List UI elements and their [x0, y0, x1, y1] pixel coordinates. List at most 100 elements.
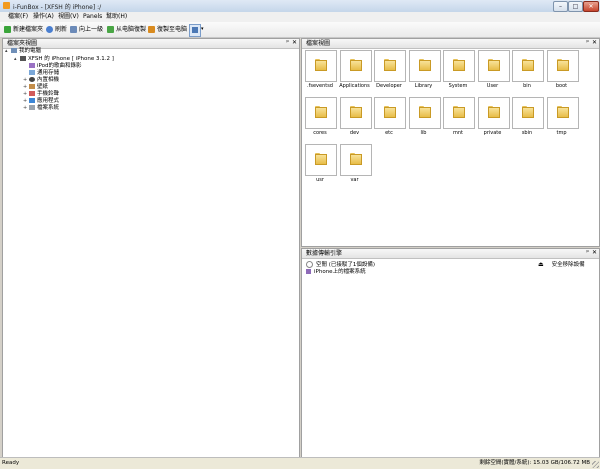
- pin-icon[interactable]: ᵖ: [586, 39, 589, 47]
- folder-icon: [349, 59, 362, 71]
- panel-close-icon[interactable]: ✕: [292, 39, 297, 47]
- ringtone-icon: [29, 91, 35, 96]
- maximize-button[interactable]: □: [568, 1, 583, 12]
- folder-icon: [453, 106, 465, 118]
- folder-tile[interactable]: [546, 97, 579, 129]
- menu-panels[interactable]: Panels: [83, 13, 102, 21]
- menu-file[interactable]: 檔案(F): [8, 13, 28, 21]
- filesystem-icon: [306, 269, 311, 274]
- add-icon: [4, 26, 11, 33]
- tree-item-label: XFSH 的 iPhone [ iPhone 3.1.2 ]: [28, 56, 114, 62]
- resize-grip[interactable]: [592, 461, 599, 468]
- menu-view[interactable]: 視圖(V): [58, 13, 79, 21]
- copy-from-pc-button[interactable]: 从电脑復製: [107, 25, 146, 35]
- status-text: Ready: [2, 460, 20, 466]
- folder-icon: [349, 153, 362, 165]
- tree-item-storage[interactable]: 通用存儲: [23, 70, 59, 77]
- tree-item-ringtones[interactable]: + 手機鈴聲: [23, 91, 59, 98]
- safe-remove-button[interactable]: ⏏ 安全移除設備: [538, 261, 585, 269]
- copy-to-pc-button[interactable]: 復製至电脑: [148, 25, 187, 35]
- device-filesystem-label: iPhone上的檔案系統: [314, 269, 366, 275]
- folder-tile[interactable]: [546, 50, 579, 82]
- new-folder-button[interactable]: 新建檔案夾: [4, 25, 43, 35]
- window-title: i-FunBox - [XFSH 的 iPhone] :/: [13, 4, 102, 11]
- file-view-panel: 檔案視圖 ᵖ ✕ .fseventsd Applications Developer…: [301, 38, 600, 247]
- menu-action[interactable]: 操作(A): [33, 13, 54, 21]
- up-level-button[interactable]: 向上一級: [70, 25, 103, 35]
- folder-icon: [556, 59, 569, 71]
- upload-icon: [148, 26, 155, 33]
- tree-item-my-computer[interactable]: ▴ 我的電腦: [5, 48, 41, 55]
- transfer-status-row: 空閒 (已接駁了1個設備): [306, 261, 375, 269]
- refresh-button[interactable]: 刷新: [46, 25, 67, 35]
- folder-tree-panel: 檔案夾視圖 ᵖ ✕ ▴ 我的電腦 ▴ XFSH 的 iPhone [ iPhone …: [2, 38, 300, 458]
- folder-tile[interactable]: [339, 50, 372, 82]
- tree-item-camera[interactable]: + 內置相機: [23, 77, 59, 84]
- folder-tile[interactable]: [443, 50, 475, 82]
- folder-tile[interactable]: [512, 50, 544, 82]
- panel-close-icon[interactable]: ✕: [592, 39, 597, 47]
- view-dropdown-icon[interactable]: ▾: [201, 24, 206, 35]
- phone-icon: [20, 56, 26, 61]
- free-space-text: 剩餘空間(實體/系統): 15.03 GB/106.72 MB: [479, 460, 590, 466]
- view-mode-button[interactable]: [189, 24, 201, 37]
- folder-tile[interactable]: [374, 97, 406, 129]
- tree-item-label: 我的電腦: [19, 48, 42, 54]
- pin-icon[interactable]: ᵖ: [286, 39, 289, 47]
- tree-item-apps[interactable]: + 應用程式: [23, 98, 59, 105]
- folder-tile[interactable]: [512, 97, 544, 129]
- file-view-title: 檔案視圖: [306, 40, 331, 47]
- folder-icon: [487, 59, 500, 71]
- folder-tile[interactable]: [305, 97, 337, 129]
- storage-icon: [29, 70, 35, 75]
- folder-tile[interactable]: [339, 97, 372, 129]
- tree-item-ipod-media[interactable]: iPod的歌曲和錄影: [23, 63, 82, 70]
- folder-tile[interactable]: [339, 144, 372, 176]
- eject-icon: ⏏: [538, 261, 544, 268]
- panel-close-icon[interactable]: ✕: [592, 249, 597, 257]
- tree-item-label: 內置相機: [37, 77, 60, 83]
- folder-tile[interactable]: [477, 97, 510, 129]
- folder-tile[interactable]: [408, 97, 441, 129]
- minimize-button[interactable]: –: [553, 1, 568, 12]
- folder-tile[interactable]: [305, 144, 337, 176]
- file-view-header: 檔案視圖 ᵖ ✕: [302, 39, 599, 49]
- tree-item-wallpaper[interactable]: + 壁紙: [23, 84, 48, 91]
- folder-label: tmp: [556, 130, 567, 136]
- folder-tile[interactable]: [374, 50, 406, 82]
- folder-tile[interactable]: [443, 97, 475, 129]
- idle-icon: [306, 261, 313, 268]
- menu-help[interactable]: 幫助(H): [106, 13, 127, 21]
- folder-icon: [522, 59, 534, 71]
- computer-icon: [11, 48, 17, 53]
- copy-from-pc-label: 从电脑復製: [116, 26, 147, 33]
- folder-icon: [522, 106, 534, 118]
- folder-icon: [418, 59, 431, 71]
- toolbar: 新建檔案夾 刷新 向上一級 从电脑復製 復製至电脑 ▾: [0, 22, 600, 38]
- folder-icon: [349, 106, 362, 118]
- tree-item-filesystem[interactable]: + 檔案系統: [23, 105, 59, 112]
- tree-item-iphone[interactable]: ▴ XFSH 的 iPhone [ iPhone 3.1.2 ]: [14, 56, 114, 63]
- view-grid-icon: [192, 27, 198, 33]
- close-button[interactable]: ✕: [583, 1, 599, 12]
- folder-icon: [487, 106, 500, 118]
- status-bar: Ready 剩餘空間(實體/系統): 15.03 GB/106.72 MB: [0, 457, 600, 469]
- refresh-icon: [46, 26, 53, 33]
- folder-tile[interactable]: [408, 50, 441, 82]
- folder-icon: [315, 153, 327, 165]
- up-level-label: 向上一級: [79, 26, 104, 33]
- tree-item-label: 手機鈴聲: [37, 91, 60, 97]
- folder-tree-title: 檔案夾視圖: [7, 40, 38, 47]
- folder-icon: [315, 59, 327, 71]
- folder-tile[interactable]: [477, 50, 510, 82]
- device-filesystem-row[interactable]: iPhone上的檔案系統: [306, 269, 366, 276]
- tree-item-label: 應用程式: [37, 98, 60, 104]
- copy-to-pc-label: 復製至电脑: [157, 26, 188, 33]
- camera-icon: [29, 77, 35, 82]
- pin-icon[interactable]: ᵖ: [586, 249, 589, 257]
- app-icon: [3, 2, 10, 9]
- apps-icon: [29, 98, 35, 103]
- folder-label: boot: [555, 83, 568, 89]
- folder-tile[interactable]: [305, 50, 337, 82]
- music-icon: [29, 63, 35, 68]
